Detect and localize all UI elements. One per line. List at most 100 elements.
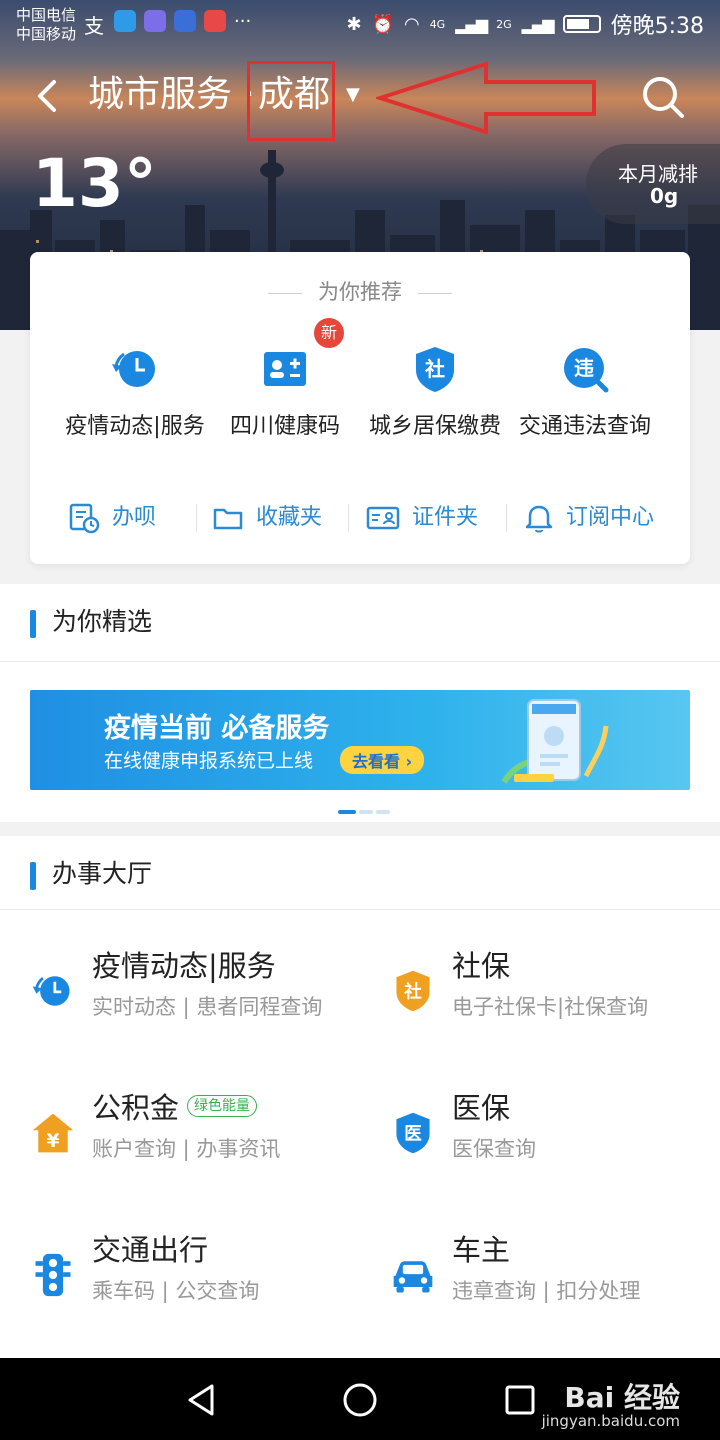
baidu-jingyan-watermark: Bai 经验 (564, 1381, 680, 1414)
featured-header: 为你精选 (0, 584, 720, 662)
status-bar: 中国电信 中国移动 支 ··· ✱ ⏰ ◠ 4G ▂▄▆ 2G ▂▄▆ 傍晚5:… (0, 0, 720, 48)
temperature: 13° (32, 145, 157, 222)
service-desc: 违章查询 | 扣分处理 (452, 1279, 641, 1303)
service-car-owner[interactable]: 车主 违章查询 | 扣分处理 (390, 1230, 720, 1340)
city-services-page: 中国电信 中国移动 支 ··· ✱ ⏰ ◠ 4G ▂▄▆ 2G ▂▄▆ 傍晚5:… (0, 0, 720, 1440)
section-marker (30, 610, 36, 638)
recommend-card: 为你推荐 疫情动态|服务 四川健康码 新 社 城乡居保缴费 违 交通违法查询 办… (30, 252, 690, 564)
rec-item-epidemic[interactable]: 疫情动态|服务 (60, 344, 210, 444)
rec-item-label: 四川健康码 (229, 414, 340, 439)
service-social-security[interactable]: 社 社保 电子社保卡|社保查询 (390, 946, 720, 1056)
rec-item-label: 疫情动态|服务 (65, 414, 205, 439)
caret-down-icon[interactable]: ▼ (346, 84, 360, 105)
bell-icon (525, 505, 553, 533)
shield-app-icon (114, 10, 136, 32)
svg-text:违: 违 (574, 356, 594, 380)
service-hall-section: 办事大厅 疫情动态|服务 实时动态 | 患者同程查询 社 社保 电子社保卡|社保… (0, 836, 720, 1358)
map-app-icon (204, 10, 226, 32)
rec-item-label: 城乡居保缴费 (368, 414, 501, 439)
carousel-dot (359, 810, 373, 814)
svg-text:医: 医 (404, 1124, 421, 1144)
service-desc: 电子社保卡|社保查询 (452, 995, 649, 1019)
car-icon (393, 1261, 433, 1293)
signal-2-icon: ▂▄▆ (521, 14, 555, 34)
network-1-label: 4G (429, 17, 446, 31)
quick-link-banbei[interactable]: 办呗 (68, 498, 156, 538)
carrier-info: 中国电信 中国移动 (16, 6, 76, 44)
battery-icon (562, 15, 601, 33)
search-icon[interactable] (640, 74, 686, 120)
service-housing-fund[interactable]: ¥ 公积金 绿色能量 账户查询 | 办事资讯 (30, 1088, 360, 1198)
signal-1-icon: ▂▄▆ (455, 14, 488, 34)
health-card-icon (264, 352, 306, 386)
status-time: 傍晚5:38 (610, 14, 704, 39)
quick-link-id-wallet[interactable]: 证件夹 (366, 498, 478, 538)
quick-link-favorites[interactable]: 收藏夹 (212, 498, 322, 538)
nav-recents-icon[interactable] (500, 1380, 540, 1420)
divider (348, 504, 349, 532)
id-card-icon (366, 506, 400, 530)
phone-illustration-icon (501, 699, 609, 784)
banner-go-button[interactable]: 去看看 › (340, 746, 425, 774)
rec-item-health-code[interactable]: 四川健康码 (210, 344, 360, 444)
network-2-label: 2G (496, 17, 512, 31)
music-app-icon (144, 10, 166, 32)
back-arrow-icon[interactable] (28, 74, 68, 118)
service-name-text: 公积金 (92, 1091, 180, 1125)
green-energy-tag: 绿色能量 (187, 1095, 258, 1117)
svg-text:社: 社 (403, 981, 422, 1002)
annotation-arrow-icon (376, 61, 596, 135)
divider (196, 504, 197, 532)
quick-link-label: 收藏夹 (256, 505, 323, 530)
service-name: 车主 (452, 1233, 511, 1267)
quick-link-label: 订阅中心 (566, 505, 655, 530)
service-name: 医保 (452, 1091, 511, 1125)
emission-label: 本月减排 (618, 162, 698, 186)
banner-subtitle: 在线健康申报系统已上线 (104, 750, 314, 772)
android-nav-bar: Bai 经验 jingyan.baidu.com (0, 1358, 720, 1440)
svg-text:¥: ¥ (47, 1131, 60, 1152)
city-highlight-box (247, 61, 335, 141)
shield-she-icon: 社 (396, 970, 430, 1012)
clock-refresh-icon (112, 351, 155, 387)
shield-yi-icon: 医 (396, 1112, 430, 1154)
alipay-icon: 支 (84, 14, 104, 38)
new-badge: 新 (314, 318, 344, 348)
hall-header: 办事大厅 (0, 836, 720, 910)
carousel-dot (376, 810, 390, 814)
nav-back-icon[interactable] (182, 1380, 222, 1420)
featured-section: 为你精选 疫情当前 必备服务 在线健康申报系统已上线 去看看 › (0, 584, 720, 822)
more-notifications-icon: ··· (234, 10, 252, 32)
wifi-icon: ◠ (403, 13, 420, 35)
service-transport[interactable]: 交通出行 乘车码 | 公交查询 (30, 1230, 360, 1340)
traffic-light-icon (35, 1253, 71, 1297)
carousel-indicator (338, 810, 390, 814)
service-epidemic[interactable]: 疫情动态|服务 实时动态 | 患者同程查询 (30, 946, 360, 1056)
service-desc: 账户查询 | 办事资讯 (92, 1137, 281, 1161)
promo-banner[interactable]: 疫情当前 必备服务 在线健康申报系统已上线 去看看 › (30, 690, 690, 790)
emission-badge[interactable]: 本月减排 0g (586, 144, 720, 224)
quick-link-subscription[interactable]: 订阅中心 (524, 498, 654, 538)
carousel-dot (338, 810, 356, 814)
emission-value: 0g (650, 184, 679, 208)
quick-link-label: 证件夹 (412, 505, 479, 530)
quick-link-label: 办呗 (112, 505, 157, 530)
quick-links: 办呗 收藏夹 证件夹 订阅中心 (30, 498, 690, 538)
violation-search-icon: 违 (564, 348, 609, 393)
rec-item-traffic-violation[interactable]: 违 交通违法查询 (510, 344, 660, 444)
service-desc: 实时动态 | 患者同程查询 (92, 995, 323, 1019)
service-desc: 医保查询 (452, 1137, 536, 1161)
divider (506, 504, 507, 532)
service-name: 疫情动态|服务 (92, 949, 276, 983)
carrier-2: 中国移动 (16, 25, 77, 43)
system-status: ✱ ⏰ ◠ 4G ▂▄▆ 2G ▂▄▆ 傍晚5:38 (346, 8, 704, 40)
nav-home-icon[interactable] (340, 1380, 380, 1420)
recommend-title: 为你推荐 (30, 276, 690, 306)
rec-item-insurance-payment[interactable]: 社 城乡居保缴费 (360, 344, 510, 444)
watermark-url: jingyan.baidu.com (541, 1412, 680, 1430)
rec-item-label: 交通违法查询 (518, 414, 651, 439)
service-medical-insurance[interactable]: 医 医保 医保查询 (390, 1088, 720, 1198)
service-name: 公积金 绿色能量 (92, 1088, 258, 1128)
house-yen-icon: ¥ (32, 1113, 74, 1153)
title-bar: 城市服务 · 成都 ▼ (0, 56, 720, 141)
